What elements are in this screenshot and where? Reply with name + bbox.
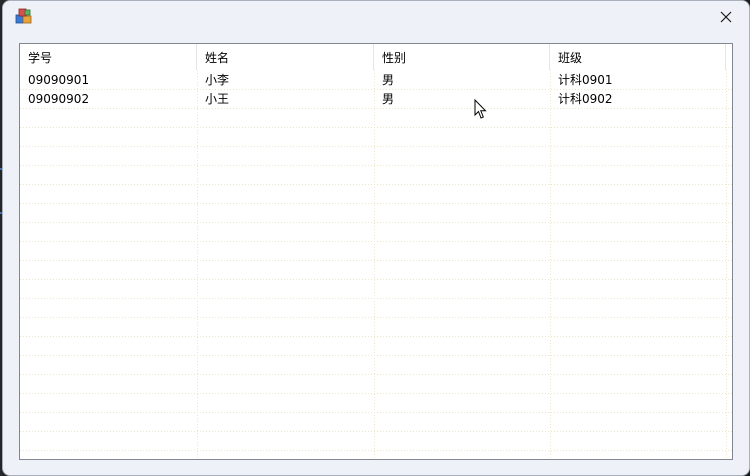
cell-gender: 男: [382, 73, 395, 87]
close-button[interactable]: [703, 1, 749, 33]
cell-class: 计科0901: [558, 73, 613, 87]
close-icon: [720, 8, 732, 27]
table-row[interactable]: 09090902 小王 男 计科0902: [20, 90, 732, 109]
cell-class: 计科0902: [558, 92, 613, 106]
app-window: 学号 姓名 性别 班级 09090901 小李 男 计科0901 0909090…: [2, 0, 750, 476]
student-list-view[interactable]: 学号 姓名 性别 班级 09090901 小李 男 计科0901 0909090…: [19, 43, 733, 460]
column-header-student-id[interactable]: 学号: [20, 44, 197, 70]
cell-student-id: 09090901: [28, 73, 90, 87]
cell-name: 小王: [205, 92, 230, 106]
column-header-class[interactable]: 班级: [550, 44, 726, 70]
cell-name: 小李: [205, 73, 230, 87]
list-body: 09090901 小李 男 计科0901 09090902 小王 男 计科090…: [20, 71, 732, 109]
app-blocks-icon: [15, 7, 33, 25]
cell-gender: 男: [382, 92, 395, 106]
title-bar[interactable]: [3, 1, 749, 33]
table-row[interactable]: 09090901 小李 男 计科0901: [20, 71, 732, 90]
list-header: 学号 姓名 性别 班级: [20, 44, 732, 70]
column-header-name[interactable]: 姓名: [197, 44, 374, 70]
cell-student-id: 09090902: [28, 92, 90, 106]
mouse-cursor-icon: [474, 99, 487, 119]
column-header-gender[interactable]: 性别: [374, 44, 550, 70]
